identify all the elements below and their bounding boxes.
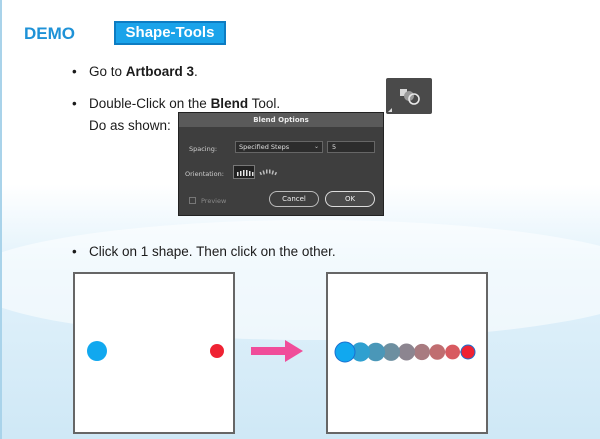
- cancel-button[interactable]: Cancel: [269, 191, 319, 207]
- section-tag: Shape-Tools: [114, 21, 226, 45]
- bullet-text-post: .: [194, 64, 198, 79]
- blend-result: [334, 341, 476, 363]
- preview-checkbox[interactable]: [189, 197, 196, 204]
- bullet-text-pre: Go to: [89, 64, 126, 79]
- bullet-text: Click on 1 shape. Then click on the othe…: [89, 244, 336, 259]
- bullet-dot: •: [72, 96, 77, 111]
- demo-label: DEMO: [24, 24, 75, 43]
- blend-step-circle: [398, 343, 415, 361]
- blend-tool-icon[interactable]: [386, 78, 432, 114]
- artboard-before: [73, 272, 235, 434]
- blend-options-dialog: Blend Options Spacing: Specified Steps ⌄…: [178, 112, 384, 216]
- bullet-text-pre: Double-Click on the: [89, 96, 211, 111]
- steps-input[interactable]: 5: [327, 141, 375, 153]
- chevron-down-icon: ⌄: [313, 143, 319, 150]
- bullet-text-bold: Blend: [210, 96, 249, 111]
- ok-button[interactable]: OK: [325, 191, 375, 207]
- align-to-path-icon: [259, 169, 277, 176]
- bullet-text-bold: Artboard 3: [125, 64, 195, 79]
- align-to-page-button[interactable]: [233, 165, 255, 179]
- slide: DEMO Shape-Tools • Go to Artboard 3. • D…: [0, 0, 600, 439]
- bullet-click-shapes: • Click on 1 shape. Then click on the ot…: [72, 244, 336, 259]
- blend-step-circle: [445, 344, 460, 360]
- bullet-dot: •: [72, 64, 77, 79]
- spacing-select[interactable]: Specified Steps ⌄: [235, 141, 323, 153]
- bullet-blend: • Double-Click on the Blend Tool.: [72, 96, 281, 111]
- align-to-page-icon: [237, 170, 254, 176]
- preview-label: Preview: [201, 197, 227, 205]
- instruction-text: Do as shown:: [89, 118, 171, 133]
- red-circle-shape[interactable]: [210, 344, 224, 358]
- artboard-after: [326, 272, 488, 434]
- bullet-text-post: Tool.: [248, 96, 281, 111]
- align-to-path-button[interactable]: [257, 165, 279, 179]
- dialog-title: Blend Options: [179, 113, 383, 127]
- spacing-select-value: Specified Steps: [239, 143, 290, 151]
- tool-flyout-indicator: [388, 108, 392, 112]
- bullet-dot: •: [72, 244, 77, 259]
- orientation-label: Orientation:: [185, 170, 224, 178]
- bullet-artboard: • Go to Artboard 3.: [72, 64, 198, 79]
- blend-step-circle: [413, 343, 430, 361]
- arrow-right-icon: [251, 340, 303, 362]
- spacing-label: Spacing:: [189, 145, 218, 153]
- blend-step-circle: [429, 344, 446, 360]
- blue-circle-shape[interactable]: [87, 341, 107, 361]
